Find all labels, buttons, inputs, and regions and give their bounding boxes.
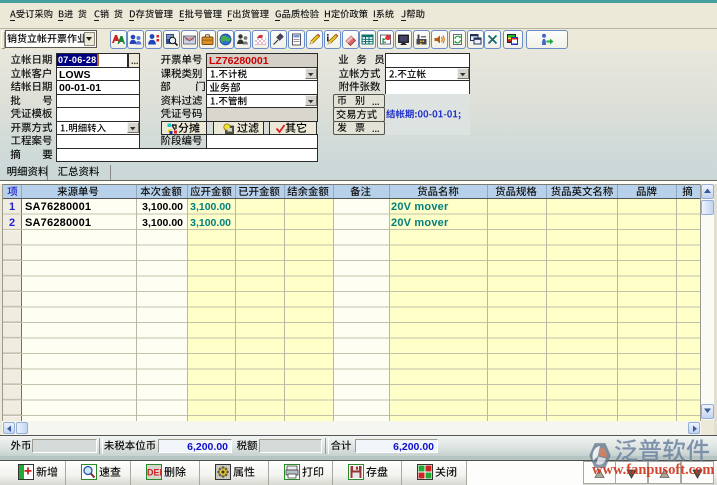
svg-text:DEL: DEL	[147, 468, 162, 478]
